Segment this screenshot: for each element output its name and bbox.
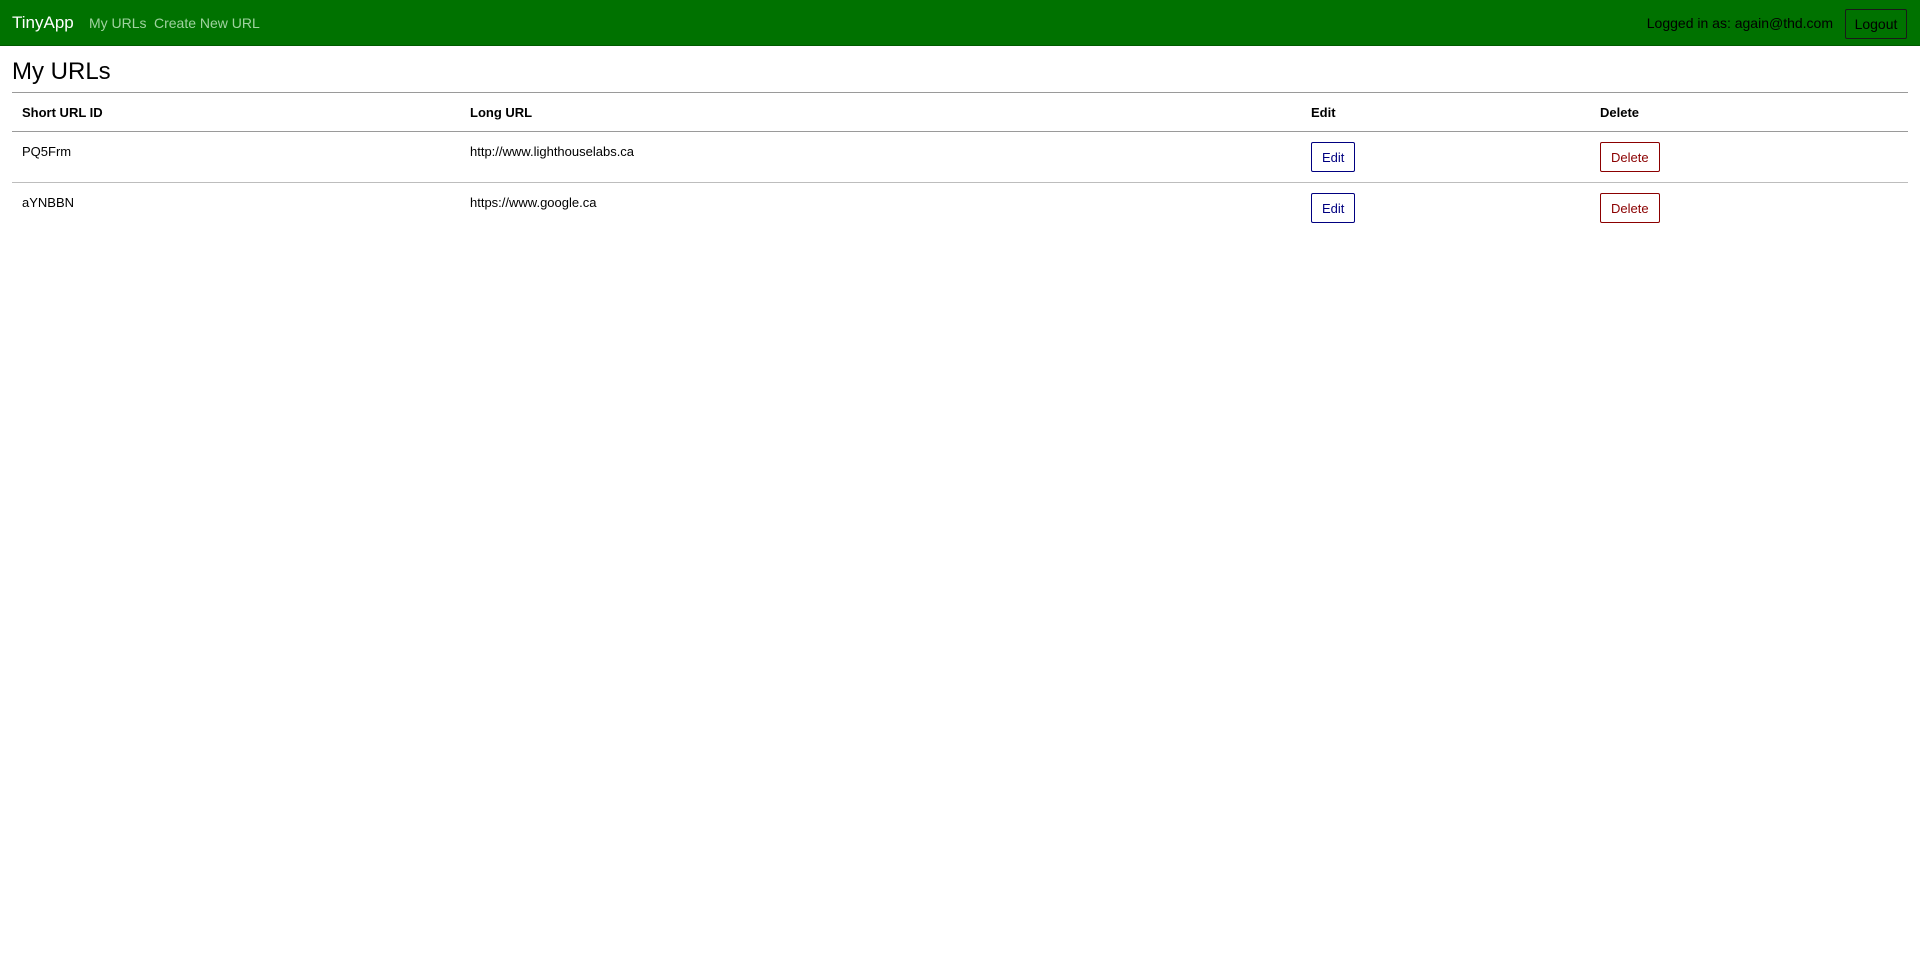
table-body: PQ5Frm http://www.lighthouselabs.ca Edit… [12,131,1908,234]
long-url-cell: http://www.lighthouselabs.ca [460,131,1301,183]
long-url: http://www.lighthouselabs.ca [470,144,635,159]
short-url-cell: PQ5Frm [12,131,460,183]
logout-button[interactable]: Logout [1845,9,1907,39]
table-row: aYNBBN https://www.google.ca Edit Delete [12,183,1908,234]
brand-link[interactable]: TinyApp [12,12,74,34]
delete-button[interactable]: Delete [1600,142,1660,172]
urls-table: Short URL ID Long URL Edit Delete PQ5Frm… [12,92,1908,233]
long-url: https://www.google.ca [470,195,597,210]
table-row: PQ5Frm http://www.lighthouselabs.ca Edit… [12,131,1908,183]
short-url-cell: aYNBBN [12,183,460,234]
delete-cell: Delete [1590,131,1908,183]
short-url-id: aYNBBN [22,195,75,210]
table-header-row: Short URL ID Long URL Edit Delete [12,92,1908,132]
delete-cell: Delete [1590,183,1908,234]
header-edit: Edit [1301,92,1590,132]
header-delete: Delete [1590,92,1908,132]
short-url-id: PQ5Frm [22,144,72,159]
nav-link-create-new-url[interactable]: Create New URL [154,14,260,32]
edit-cell: Edit [1301,183,1590,234]
edit-button[interactable]: Edit [1311,142,1356,172]
long-url-cell: https://www.google.ca [460,183,1301,234]
edit-button[interactable]: Edit [1311,193,1356,223]
header-short-url-id: Short URL ID [12,92,460,132]
page-title: My URLs [12,58,111,85]
delete-button[interactable]: Delete [1600,193,1660,223]
navbar: TinyApp My URLs Create New URL Logged in… [0,0,1920,46]
edit-cell: Edit [1301,131,1590,183]
logged-in-status: Logged in as: again@thd.com [1646,15,1833,31]
table-header: Short URL ID Long URL Edit Delete [12,92,1908,132]
nav-link-my-urls[interactable]: My URLs [89,14,147,32]
header-long-url: Long URL [460,92,1301,132]
